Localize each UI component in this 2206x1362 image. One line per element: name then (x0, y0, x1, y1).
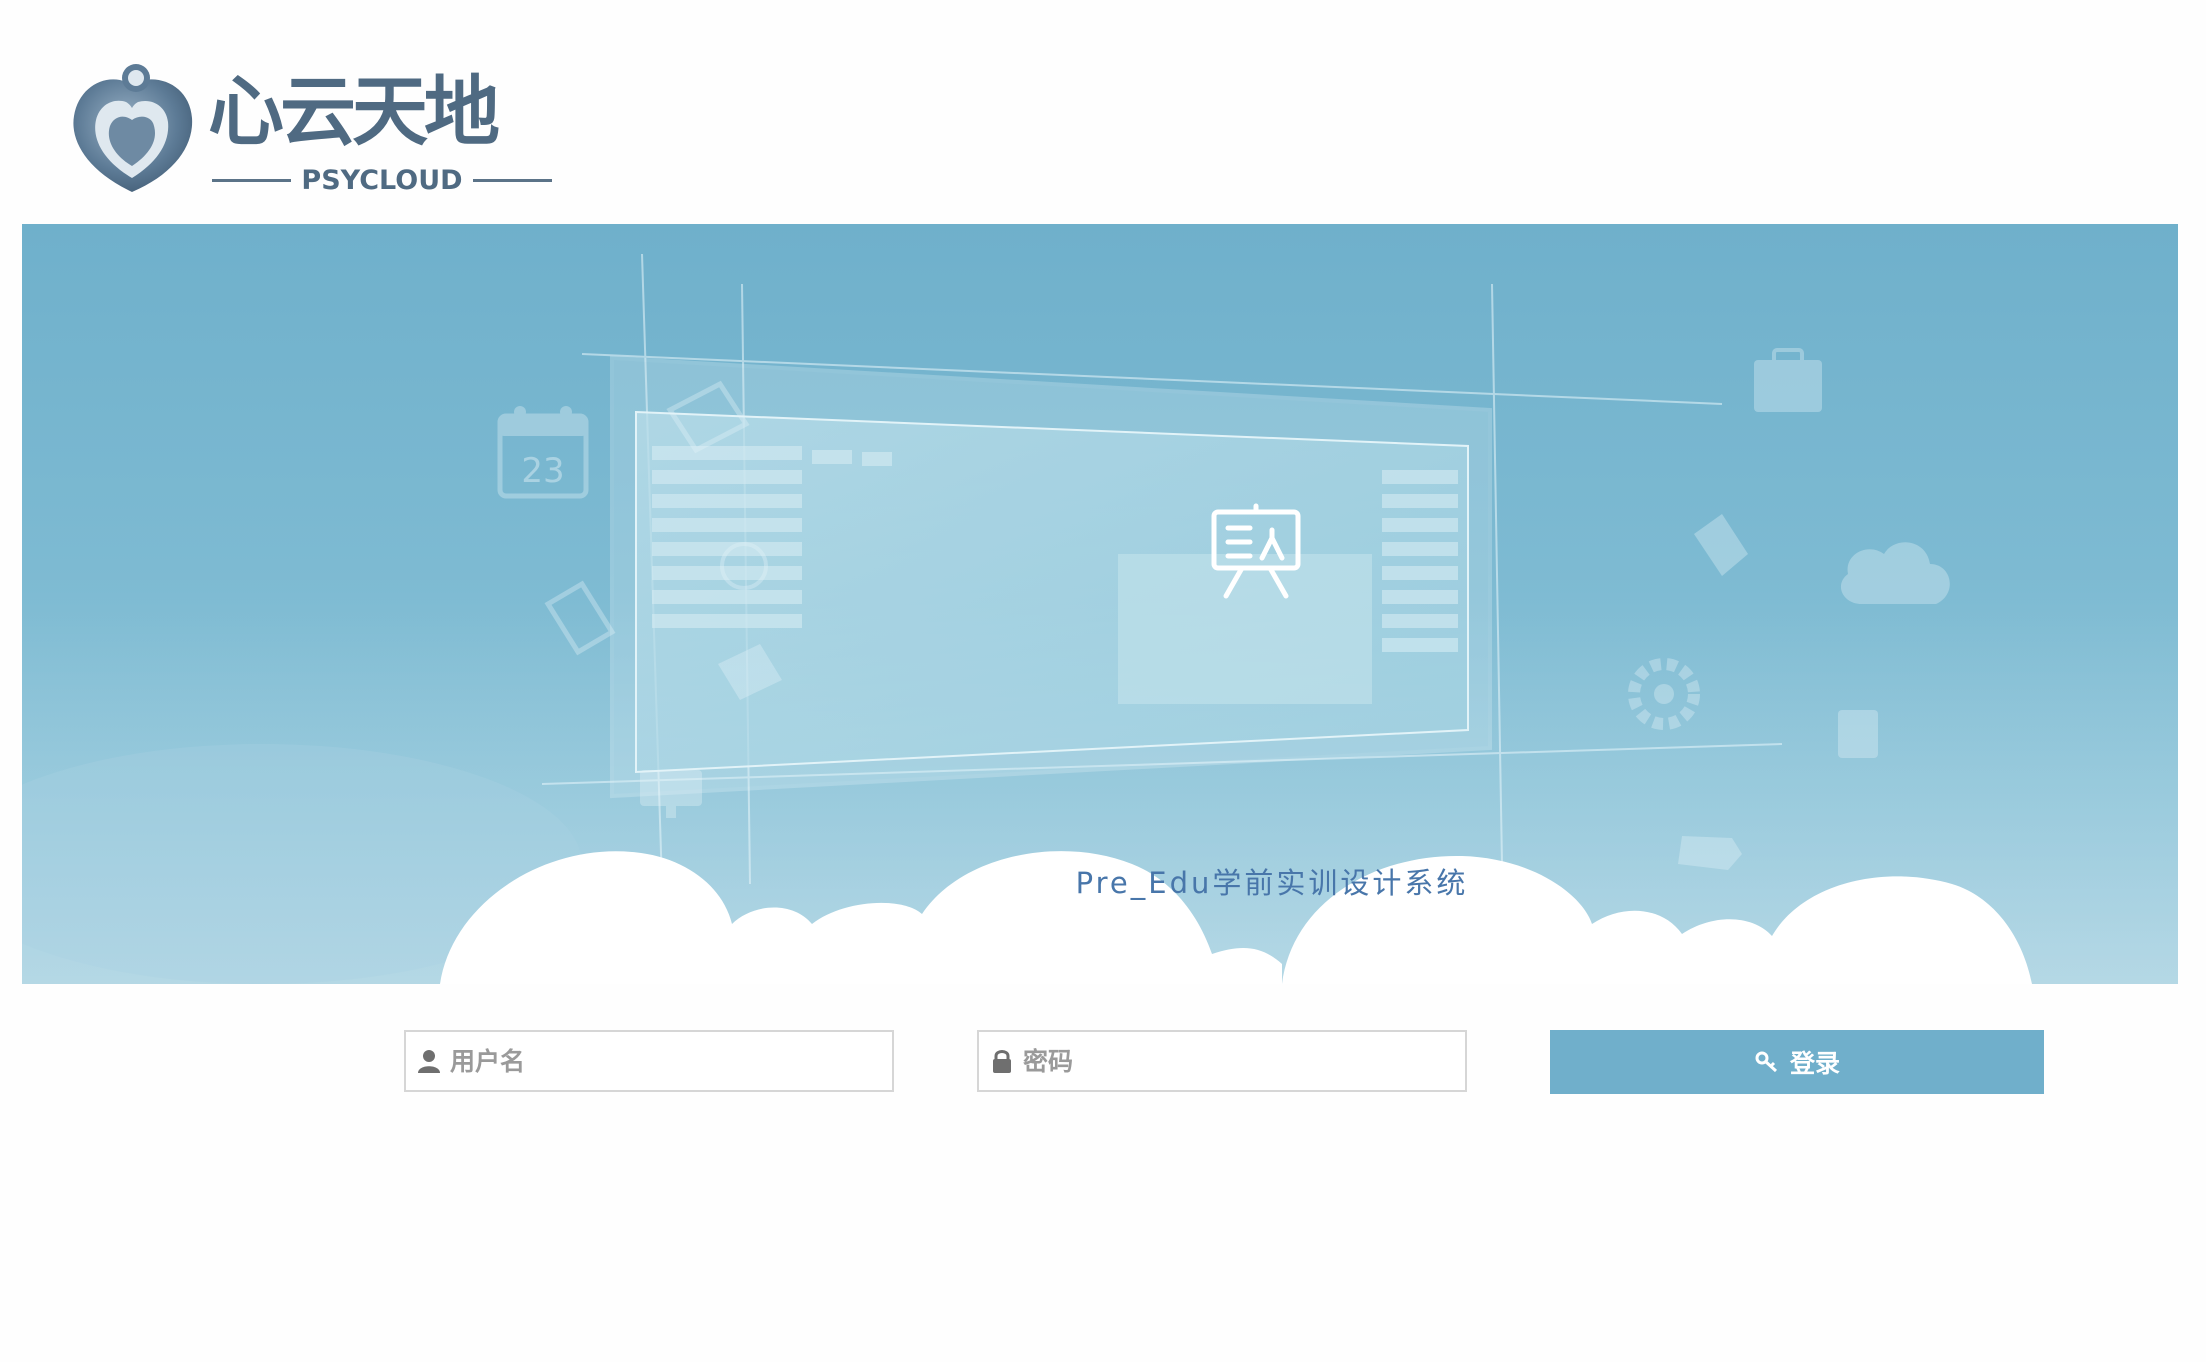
login-button-label: 登录 (1789, 1049, 1840, 1078)
logo-divider-right (472, 178, 553, 182)
logo-english-row: PSYCLOUD (212, 160, 553, 200)
logo-divider-left (212, 178, 292, 182)
logo-english-name: PSYCLOUD (301, 164, 463, 196)
hero-banner: 23 Pre_Edu学前实训设计系统 (22, 224, 2178, 984)
logo-chinese-name: 心云天地 (208, 67, 500, 156)
login-page: 心云天地 PSYCLOUD 23 Pre_Edu学前实训设计系统 用户名 登录 (0, 0, 2206, 1362)
login-button[interactable]: 登录 (1550, 1030, 2044, 1094)
lock-icon (993, 1050, 1011, 1073)
heart-logo-icon (73, 64, 193, 192)
password-input[interactable] (1023, 1033, 1465, 1089)
password-field[interactable] (977, 1030, 1467, 1092)
username-field[interactable] (404, 1030, 894, 1092)
brand-logo: 心云天地 PSYCLOUD (66, 60, 553, 200)
user-icon (418, 1050, 440, 1073)
system-title: Pre_Edu学前实训设计系统 (1075, 866, 1469, 900)
calendar-day-number: 23 (521, 451, 564, 491)
username-input[interactable] (450, 1033, 892, 1089)
key-icon (1755, 1051, 1777, 1073)
